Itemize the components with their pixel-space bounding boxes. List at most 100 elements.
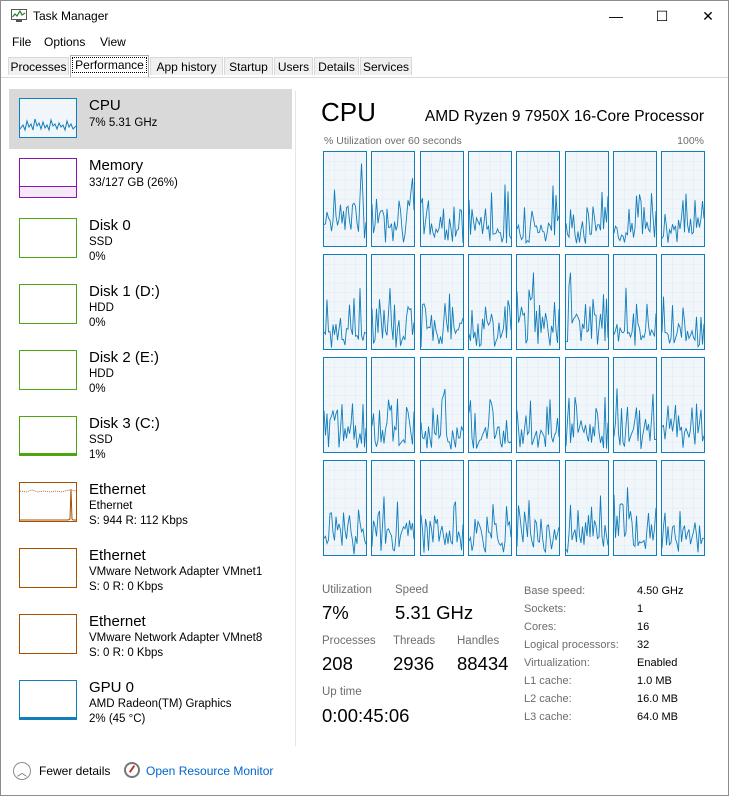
tab-performance[interactable]: Performance xyxy=(70,55,149,77)
disk-thumbnail-graph xyxy=(19,218,77,258)
sidebar-item-ethernet[interactable]: Ethernet Ethernet S: 944 R: 112 Kbps xyxy=(9,473,292,533)
sidebar-item-detail: SSD xyxy=(89,236,113,248)
minimize-button[interactable]: — xyxy=(593,1,639,31)
logical-processor-graph xyxy=(371,357,416,453)
logical-processor-graph xyxy=(516,460,561,556)
handles-value: 88434 xyxy=(457,653,509,674)
speed-value: 5.31 GHz xyxy=(395,602,474,623)
logical-processor-graph xyxy=(612,460,657,556)
logical-processor-graph xyxy=(661,254,706,350)
ethernet-thumbnail-graph xyxy=(19,482,77,522)
tab-processes[interactable]: Processes xyxy=(8,57,69,75)
maximize-button[interactable]: ☐ xyxy=(639,1,685,31)
sidebar-item-disk-1[interactable]: Disk 1 (D:) HDD 0% xyxy=(9,275,292,335)
sidebar-item-detail: AMD Radeon(TM) Graphics xyxy=(89,698,232,710)
base-speed-label: Base speed: xyxy=(524,585,586,597)
sidebar-item-detail: HDD xyxy=(89,302,114,314)
logical-processor-graph xyxy=(419,151,464,247)
chevron-up-icon[interactable]: ︿ xyxy=(13,762,31,780)
logical-processor-graph xyxy=(564,254,609,350)
logical-processor-graph xyxy=(661,151,706,247)
logical-processor-graph xyxy=(419,460,464,556)
utilization-value: 7% xyxy=(322,602,349,623)
logical-processor-graph xyxy=(323,460,367,556)
sidebar-item-disk-0[interactable]: Disk 0 SSD 0% xyxy=(9,209,292,269)
disk-thumbnail-graph xyxy=(19,350,77,390)
processes-value: 208 xyxy=(322,653,353,674)
sidebar-item-subdetail: S: 0 R: 0 Kbps xyxy=(89,647,164,659)
logical-processors-label: Logical processors: xyxy=(524,639,619,651)
sidebar-item-detail: 7% 5.31 GHz xyxy=(89,117,158,129)
l3-cache-label: L3 cache: xyxy=(524,711,572,723)
processes-label: Processes xyxy=(322,635,376,647)
tab-services[interactable]: Services xyxy=(360,57,412,75)
virtualization-value: Enabled xyxy=(637,657,678,669)
task-manager-app-icon xyxy=(11,9,27,22)
window-title: Task Manager xyxy=(33,9,109,23)
logical-processor-graph xyxy=(371,254,416,350)
sidebar-item-ethernet-vmnet8[interactable]: Ethernet VMware Network Adapter VMnet8 S… xyxy=(9,605,292,665)
sidebar-item-disk-3[interactable]: Disk 3 (C:) SSD 1% xyxy=(9,407,292,467)
logical-processor-graph xyxy=(516,357,561,453)
ethernet-thumbnail-graph xyxy=(19,548,77,588)
threads-value: 2936 xyxy=(393,653,435,674)
sidebar-item-detail: SSD xyxy=(89,434,113,446)
sidebar-item-detail: Ethernet xyxy=(89,500,133,512)
menu-options[interactable]: Options xyxy=(44,35,85,49)
pane-divider xyxy=(295,91,296,746)
tab-startup[interactable]: Startup xyxy=(224,57,273,75)
sidebar-item-memory[interactable]: Memory 33/127 GB (26%) xyxy=(9,149,292,209)
disk-thumbnail-graph xyxy=(19,416,77,456)
sidebar-item-title: Disk 1 (D:) xyxy=(89,283,160,300)
minimize-icon: — xyxy=(609,8,623,24)
fewer-details-button[interactable]: Fewer details xyxy=(39,764,110,778)
logical-processor-graph xyxy=(371,460,416,556)
menu-view[interactable]: View xyxy=(100,35,126,49)
resource-monitor-icon[interactable] xyxy=(124,762,140,778)
l3-cache-value: 64.0 MB xyxy=(637,711,678,723)
l2-cache-label: L2 cache: xyxy=(524,693,572,705)
disk-thumbnail-graph xyxy=(19,284,77,324)
tab-details[interactable]: Details xyxy=(314,57,359,75)
logical-processor-graph xyxy=(612,254,657,350)
sidebar-item-title: Disk 2 (E:) xyxy=(89,349,160,366)
sidebar-item-ethernet-vmnet1[interactable]: Ethernet VMware Network Adapter VMnet1 S… xyxy=(9,539,292,599)
task-manager-window: Task Manager — ☐ ✕ File Options View Pro… xyxy=(0,0,729,796)
menu-file[interactable]: File xyxy=(12,35,31,49)
sidebar-item-detail: HDD xyxy=(89,368,114,380)
logical-processor-graph xyxy=(564,460,609,556)
sidebar-item-title: Disk 0 xyxy=(89,217,131,234)
close-button[interactable]: ✕ xyxy=(685,1,728,31)
logical-processor-graph xyxy=(467,151,512,247)
uptime-label: Up time xyxy=(322,686,362,698)
sidebar-item-cpu[interactable]: CPU 7% 5.31 GHz xyxy=(9,89,292,149)
cores-value: 16 xyxy=(637,621,650,633)
sidebar-item-disk-2[interactable]: Disk 2 (E:) HDD 0% xyxy=(9,341,292,401)
cpu-model-name: AMD Ryzen 9 7950X 16-Core Processor xyxy=(424,108,704,125)
logical-processors-value: 32 xyxy=(637,639,650,651)
footer-bar: ︿ Fewer details Open Resource Monitor xyxy=(1,753,728,791)
uptime-value: 0:00:45:06 xyxy=(322,705,410,726)
maximize-icon: ☐ xyxy=(655,7,669,24)
logical-processor-graph xyxy=(612,357,657,453)
sidebar-item-title: Ethernet xyxy=(89,547,146,564)
title-bar: Task Manager — ☐ ✕ xyxy=(1,1,728,31)
utilization-graph-max: 100% xyxy=(677,135,704,147)
sidebar-item-subdetail: 0% xyxy=(89,317,106,329)
logical-processor-graph xyxy=(371,151,416,247)
sidebar-item-gpu-0[interactable]: GPU 0 AMD Radeon(TM) Graphics 2% (45 °C) xyxy=(9,671,292,731)
sidebar-item-detail: VMware Network Adapter VMnet1 xyxy=(89,566,263,578)
logical-processor-graph xyxy=(516,151,561,247)
tab-users[interactable]: Users xyxy=(274,57,313,75)
sidebar-item-detail: VMware Network Adapter VMnet8 xyxy=(89,632,263,644)
sidebar-item-detail: 33/127 GB (26%) xyxy=(89,177,178,189)
logical-processor-graph xyxy=(661,357,706,453)
threads-label: Threads xyxy=(393,635,436,647)
tab-app-history[interactable]: App history xyxy=(150,57,223,75)
logical-processor-graph xyxy=(467,460,512,556)
tab-performance-label: Performance xyxy=(72,57,147,73)
open-resource-monitor-link[interactable]: Open Resource Monitor xyxy=(146,764,273,778)
sidebar-item-title: Ethernet xyxy=(89,613,146,630)
sockets-value: 1 xyxy=(637,603,644,615)
ethernet-thumbnail-graph xyxy=(19,614,77,654)
